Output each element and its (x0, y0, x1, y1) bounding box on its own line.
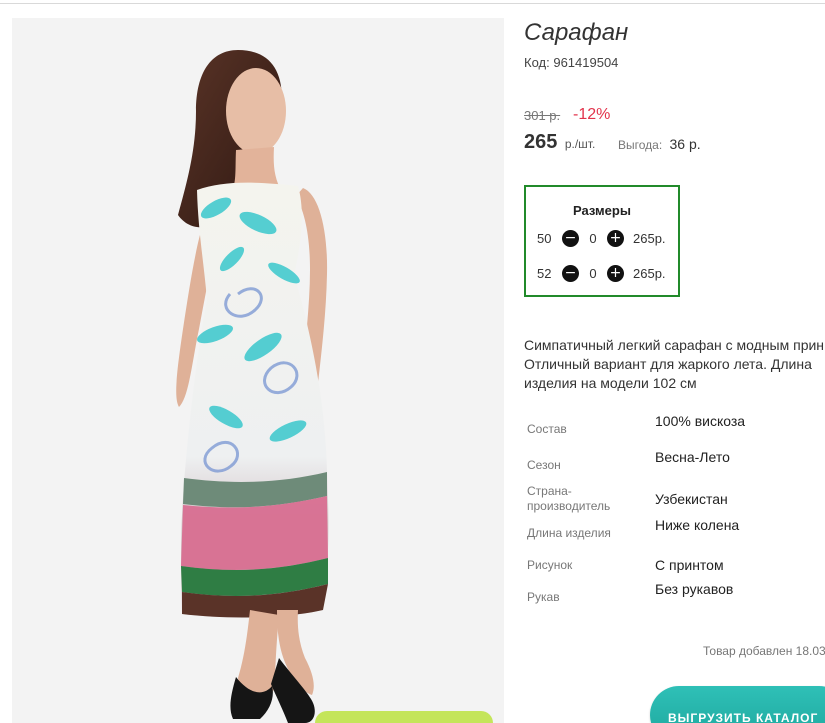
decrease-quantity-button[interactable]: − (562, 265, 579, 282)
spec-value: Узбекистан (655, 491, 728, 507)
old-price: 301 р. (524, 108, 561, 123)
sizes-title: Размеры (573, 203, 631, 218)
spec-row: Сезон Весна-Лето (524, 449, 824, 483)
spec-row: Страна-производитель Узбекистан (524, 484, 824, 518)
price-unit: р./шт. (564, 137, 596, 151)
product-photo (12, 18, 504, 723)
plus-circle-icon: + (609, 230, 622, 246)
increase-quantity-button[interactable]: + (607, 230, 624, 247)
top-divider (0, 3, 825, 4)
size-value: 50 (537, 231, 552, 246)
discount-badge: -12% (573, 106, 611, 123)
spec-label: Рукав (527, 590, 560, 604)
benefit-value: 36 р. (669, 136, 701, 152)
spec-row: Длина изделия Ниже колена (524, 517, 824, 551)
product-code: Код: 961419504 (524, 55, 618, 71)
spec-row: Состав 100% вискоза (524, 413, 824, 447)
product-title: Сарафан (524, 19, 629, 46)
decrease-quantity-button[interactable]: − (562, 230, 579, 247)
description-line: изделия на модели 102 см (524, 375, 697, 391)
description-line: Симпатичный легкий сарафан с модным прин (524, 337, 825, 353)
spec-row: Рисунок С принтом (524, 556, 824, 576)
minus-circle-icon: − (564, 230, 577, 246)
green-action-button[interactable] (315, 711, 493, 723)
size-price: 265р. (633, 231, 666, 246)
spec-value: Весна-Лето (655, 449, 730, 465)
price-value: 265 (524, 131, 558, 153)
size-quantity: 0 (589, 266, 597, 281)
description-line: Отличный вариант для жаркого лета. Длина (524, 356, 812, 372)
spec-value: Ниже колена (655, 517, 740, 533)
product-description: Симпатичный легкий сарафан с модным прин… (524, 336, 824, 393)
size-quantity: 0 (589, 231, 597, 246)
spec-row: Рукав Без рукавов (524, 581, 824, 615)
size-row: 50 − 0 + 265р. (526, 230, 678, 248)
size-row: 52 − 0 + 265р. (526, 265, 678, 283)
spec-value: 100% вискоза (655, 413, 746, 429)
spec-label: Длина изделия (527, 526, 611, 540)
spec-label: Страна-производитель (527, 484, 611, 513)
spec-label: Рисунок (527, 558, 573, 572)
benefit-info: Выгода: 36 р. (618, 136, 701, 153)
added-date-note: Товар добавлен 18.03 (703, 644, 825, 658)
spec-value: Без рукавов (655, 581, 734, 597)
increase-quantity-button[interactable]: + (607, 265, 624, 282)
export-catalog-button-label: ВЫГРУЗИТЬ КАТАЛОГ (668, 711, 819, 723)
spec-label: Состав (527, 422, 567, 436)
spec-label: Сезон (527, 458, 561, 472)
sizes-panel: Размеры 50 − 0 + 265р. 52 − 0 + 265р. (524, 185, 680, 297)
product-page: Сарафан Код: 961419504 301 р. -12% 265 р… (0, 0, 825, 723)
export-catalog-button[interactable]: ВЫГРУЗИТЬ КАТАЛОГ (650, 686, 825, 723)
size-price: 265р. (633, 266, 666, 281)
product-code-label: Код: (524, 55, 550, 70)
plus-circle-icon: + (609, 265, 622, 281)
current-price: 265 р./шт. (524, 130, 595, 154)
dress-model-illustration (12, 18, 504, 723)
benefit-label: Выгода: (618, 138, 663, 152)
spec-value: С принтом (655, 557, 724, 573)
product-code-value: 961419504 (553, 55, 619, 70)
minus-circle-icon: − (564, 265, 577, 281)
size-value: 52 (537, 266, 552, 281)
